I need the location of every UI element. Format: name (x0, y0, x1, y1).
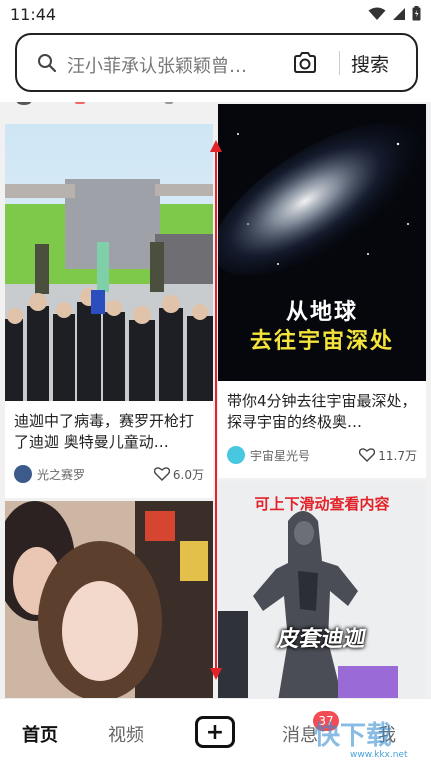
video-cover-4: 可上下滑动查看内容 皮套迪迦 (218, 481, 426, 698)
author-name[interactable]: 宇宙星光号 (250, 447, 359, 464)
add-post-button[interactable]: + (195, 716, 235, 748)
video-card-1[interactable]: 迪迦中了病毒，赛罗开枪打了迪迦 奥特曼儿童动… 光之赛罗 6.0万 (5, 124, 213, 498)
plus-icon: + (205, 719, 225, 745)
search-header: 汪小菲承认张颖颖曾… 搜索 (0, 30, 431, 102)
video-card-3[interactable] (5, 501, 213, 698)
status-bar: 11:44 (0, 0, 431, 30)
video-cover-1 (5, 124, 213, 401)
search-divider (339, 51, 340, 75)
watermark-text: 快下载 (314, 721, 392, 751)
like-count: 6.0万 (172, 467, 204, 482)
camera-search-icon[interactable] (292, 51, 318, 75)
video-cover-3 (5, 501, 213, 698)
video-cover-2: 从地球 去往宇宙深处 (218, 104, 426, 381)
tab-video[interactable]: 视频 (108, 721, 144, 747)
card-meta-1: 光之赛罗 6.0万 (14, 464, 204, 484)
video-title-2[interactable]: 带你4分钟去往宇宙最深处，探寻宇宙的终极奥… (227, 391, 419, 433)
like-count: 11.7万 (378, 448, 417, 463)
author-name[interactable]: 光之赛罗 (37, 466, 154, 483)
search-icon (38, 54, 57, 73)
signal-icon (393, 7, 405, 20)
status-icons (368, 6, 421, 21)
tab-home[interactable]: 首页 (22, 721, 58, 747)
status-time: 11:44 (10, 5, 57, 24)
previous-card-fragment (5, 102, 213, 106)
video-card-4[interactable]: 可上下滑动查看内容 皮套迪迦 (218, 481, 426, 698)
heart-icon (359, 448, 376, 462)
battery-icon (412, 6, 421, 21)
video-title-1[interactable]: 迪迦中了病毒，赛罗开枪打了迪迦 奥特曼儿童动… (14, 411, 206, 453)
search-button[interactable]: 搜索 (351, 50, 389, 77)
wifi-icon (368, 7, 386, 20)
search-input[interactable]: 汪小菲承认张颖颖曾… (67, 52, 277, 74)
watermark-site: www.kkx.net (350, 750, 408, 760)
author-avatar[interactable] (14, 465, 32, 483)
scroll-hint-arrow (210, 140, 222, 680)
cover-caption: 皮套迪迦 (275, 627, 368, 652)
card-meta-2: 宇宙星光号 11.7万 (227, 445, 417, 465)
cover-text-line1: 从地球 (285, 300, 358, 325)
heart-icon (153, 467, 170, 481)
author-avatar[interactable] (227, 446, 245, 464)
like-button[interactable]: 11.7万 (359, 447, 417, 464)
cover-text-line2: 去往宇宙深处 (249, 329, 394, 354)
video-card-2[interactable]: 从地球 去往宇宙深处 带你4分钟去往宇宙最深处，探寻宇宙的终极奥… 宇宙星光号 … (218, 104, 426, 478)
search-box[interactable]: 汪小菲承认张颖颖曾… 搜索 (15, 33, 418, 92)
swipe-hint-text: 可上下滑动查看内容 (254, 495, 390, 513)
feed[interactable]: 迪迦中了病毒，赛罗开枪打了迪迦 奥特曼儿童动… 光之赛罗 6.0万 从地球 去往… (0, 102, 431, 698)
like-button[interactable]: 6.0万 (153, 466, 204, 483)
